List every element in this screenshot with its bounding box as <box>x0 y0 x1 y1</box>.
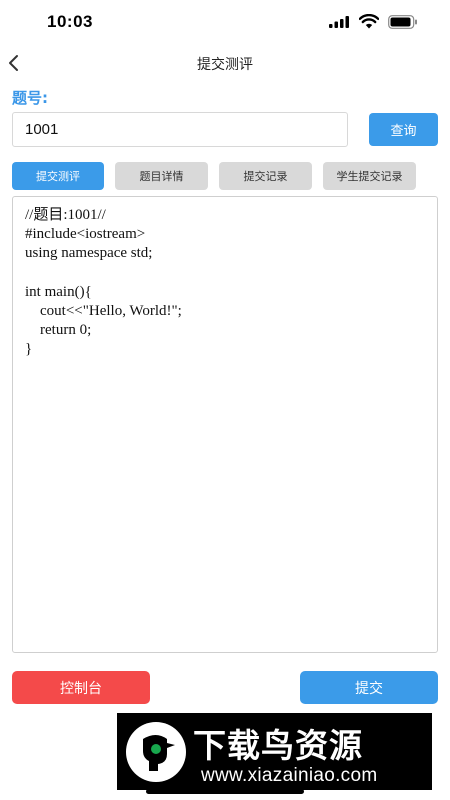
tab-problem-details[interactable]: 题目详情 <box>115 162 208 190</box>
watermark-url: www.xiazainiao.com <box>201 765 378 786</box>
tab-submit-evaluation[interactable]: 提交测评 <box>12 162 104 190</box>
bird-logo-icon <box>126 722 186 782</box>
wifi-icon <box>359 14 379 29</box>
cellular-signal-icon <box>329 16 349 28</box>
submit-button[interactable]: 提交 <box>300 671 438 704</box>
page-title: 提交测评 <box>197 57 253 73</box>
nav-bar: 提交测评 <box>0 44 450 84</box>
watermark-site-name: 下载鸟资源 <box>193 726 363 765</box>
watermark-banner: 下载鸟资源 www.xiazainiao.com <box>117 713 432 790</box>
status-time: 10:03 <box>47 12 93 31</box>
tab-submission-records[interactable]: 提交记录 <box>219 162 312 190</box>
home-indicator <box>146 789 304 794</box>
problem-number-input[interactable] <box>12 112 348 147</box>
console-button[interactable]: 控制台 <box>12 671 150 704</box>
query-button[interactable]: 查询 <box>369 113 438 146</box>
code-editor[interactable]: //题目:1001// #include<iostream> using nam… <box>12 196 438 653</box>
tab-student-submission-records[interactable]: 学生提交记录 <box>323 162 416 190</box>
status-bar: 10:03 <box>0 0 450 44</box>
battery-icon <box>388 15 417 29</box>
problem-number-label: 题号: <box>12 89 48 107</box>
